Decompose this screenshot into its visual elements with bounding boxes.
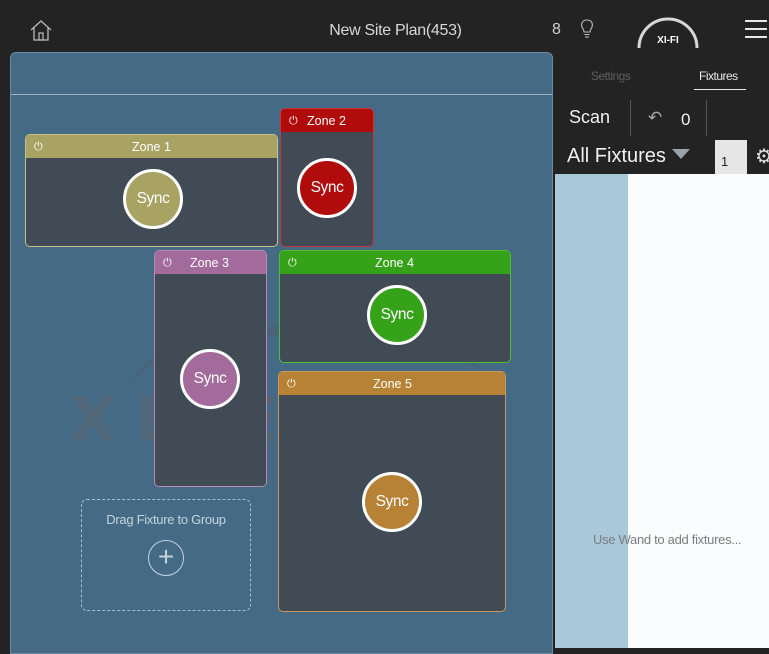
fixture-filter-dropdown[interactable]: All Fixtures — [567, 145, 690, 168]
zone-name: Zone 4 — [375, 256, 414, 270]
zone-name: Zone 3 — [190, 256, 229, 270]
zone-name: Zone 2 — [307, 114, 346, 128]
zone-header: ⏻ Zone 1 — [26, 135, 277, 158]
zone-2[interactable]: ⏻ Zone 2 Sync — [280, 108, 374, 247]
power-icon[interactable]: ⏻ — [287, 372, 296, 396]
tab-settings[interactable]: Settings — [591, 69, 631, 83]
power-icon[interactable]: ⏻ — [289, 109, 298, 133]
fixture-count: 8 — [552, 21, 561, 38]
sync-button[interactable]: Sync — [367, 285, 427, 345]
logo-text: XI-FI — [657, 35, 679, 46]
zone-header: ⏻ Zone 3 — [155, 251, 266, 274]
sync-button[interactable]: Sync — [180, 349, 240, 409]
scan-button[interactable]: Scan — [569, 107, 610, 128]
undo-count: 0 — [681, 110, 691, 129]
power-icon[interactable]: ⏻ — [288, 251, 297, 275]
undo-icon[interactable]: ↶ — [648, 108, 662, 128]
filter-label: All Fixtures — [567, 145, 666, 167]
zone-4[interactable]: ⏻ Zone 4 Sync — [279, 250, 511, 363]
fixture-list[interactable]: Use Wand to add fixtures... — [593, 174, 769, 648]
sync-button[interactable]: Sync — [297, 158, 357, 218]
power-icon[interactable]: ⏻ — [34, 135, 43, 159]
zone-header: ⏻ Zone 5 — [279, 372, 505, 395]
sync-button[interactable]: Sync — [123, 169, 183, 229]
zone-header: ⏻ Zone 4 — [280, 251, 510, 274]
drop-target-label: Drag Fixture to Group — [106, 512, 226, 527]
fixtures-panel: Settings Fixtures Scan ↶ 0 All Fixtures … — [555, 52, 769, 648]
power-icon[interactable]: ⏻ — [163, 251, 172, 275]
sync-button[interactable]: Sync — [362, 472, 422, 532]
bulb-icon[interactable] — [580, 19, 594, 39]
page-indicator[interactable]: 1 — [715, 140, 747, 174]
zone-header: ⏻ Zone 2 — [281, 109, 373, 132]
canvas-header — [11, 53, 552, 95]
empty-list-message: Use Wand to add fixtures... — [593, 532, 742, 547]
top-bar: New Site Plan(453) 8 XI-FI — [0, 0, 769, 50]
active-tab-indicator — [694, 89, 746, 90]
chevron-down-icon — [671, 149, 690, 159]
zone-name: Zone 5 — [373, 377, 412, 391]
zone-3[interactable]: ⏻ Zone 3 Sync — [154, 250, 267, 487]
gear-icon[interactable]: ⚙ — [755, 144, 769, 169]
drag-fixture-drop-target[interactable]: Drag Fixture to Group + — [81, 499, 251, 611]
divider — [630, 100, 631, 136]
zone-name: Zone 1 — [132, 140, 171, 154]
xi-fi-logo[interactable]: XI-FI — [635, 12, 701, 50]
zone-1[interactable]: ⏻ Zone 1 Sync — [25, 134, 278, 247]
zone-5[interactable]: ⏻ Zone 5 Sync — [278, 371, 506, 612]
tab-fixtures[interactable]: Fixtures — [699, 69, 738, 83]
fixture-list-sidebar — [555, 174, 628, 648]
divider — [706, 100, 707, 136]
site-plan-canvas[interactable]: XEIEUM ⏻ Zone 1 Sync ⏻ Zone 2 Sync ⏻ Zon… — [10, 52, 553, 654]
menu-icon[interactable] — [745, 20, 767, 44]
add-icon[interactable]: + — [148, 540, 184, 576]
